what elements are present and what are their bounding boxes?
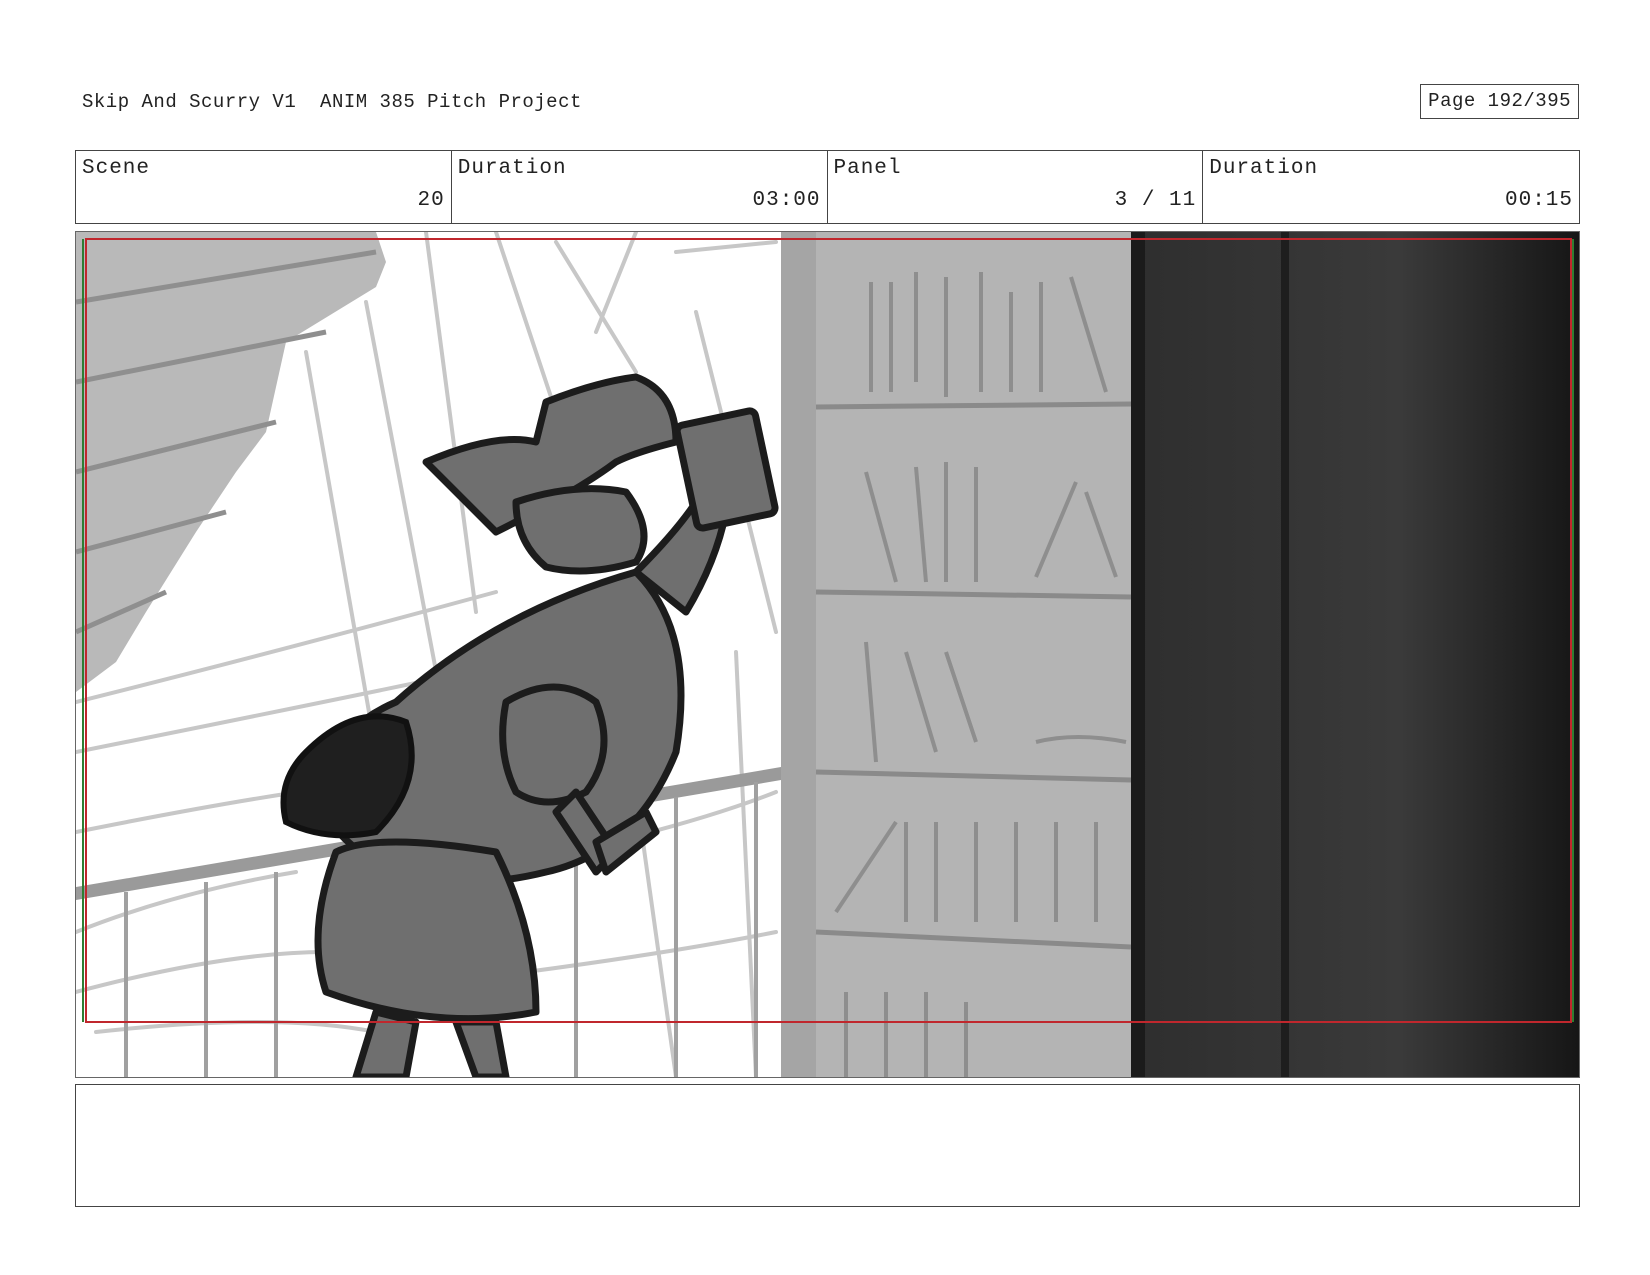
page-indicator: Page 192/395 [1420,84,1579,119]
panel-duration-value: 00:15 [1504,189,1573,212]
storyboard-frame [75,231,1580,1078]
scene-cell: Scene 20 [76,151,452,223]
notes-box [75,1084,1580,1207]
panel-value: 3 / 11 [1114,189,1197,212]
scene-value: 20 [417,189,445,212]
scene-duration-value: 03:00 [752,189,821,212]
scene-info-table: Scene 20 Duration 03:00 Panel 3 / 11 Dur… [75,150,1580,224]
panel-label: Panel [833,157,902,180]
project-title: Skip And Scurry V1 ANIM 385 Pitch Projec… [82,91,582,113]
scene-duration-cell: Duration 03:00 [452,151,828,223]
storyboard-sketch-image [76,232,1579,1077]
scene-duration-label: Duration [457,157,567,180]
panel-duration-label: Duration [1209,157,1319,180]
panel-cell: Panel 3 / 11 [828,151,1204,223]
panel-duration-cell: Duration 00:15 [1203,151,1579,223]
scene-label: Scene [82,157,151,180]
